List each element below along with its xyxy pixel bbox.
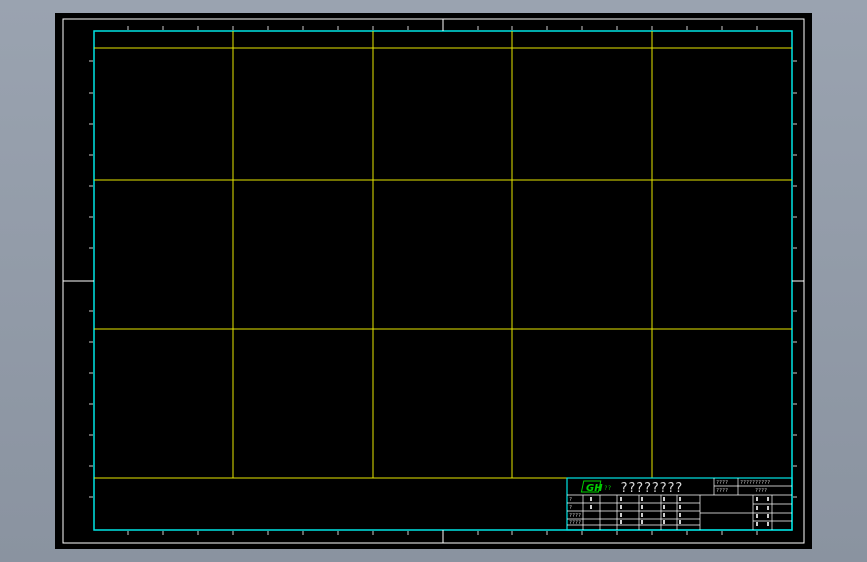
- tb-label-4: ????: [755, 488, 767, 494]
- cell-mark: [679, 505, 681, 509]
- cell-mark: [663, 520, 665, 524]
- cell-mark: [767, 506, 769, 510]
- cell-mark: [641, 505, 643, 509]
- cell-mark: [641, 497, 643, 501]
- drawing-layer: GH ?? ???????? ???? ?????????? ???? ????…: [62, 18, 805, 544]
- drawing-frame: [93, 30, 793, 531]
- cell-mark: [663, 497, 665, 501]
- cell-mark: [620, 505, 622, 509]
- cell-mark: [767, 522, 769, 526]
- company-code: ??: [604, 485, 612, 492]
- tb-row-4: ????: [569, 520, 581, 526]
- title-block[interactable]: GH ?? ???????? ???? ?????????? ???? ????…: [566, 477, 793, 531]
- cell-mark: [590, 497, 592, 501]
- cell-mark: [756, 497, 758, 501]
- tb-label-1: ????: [716, 480, 728, 486]
- cell-mark: [756, 514, 758, 518]
- cell-mark: [756, 506, 758, 510]
- tb-label-2: ??????????: [740, 480, 770, 486]
- zone-ticks: [89, 26, 797, 535]
- logo-text: GH: [586, 483, 603, 494]
- tb-row-1: ?: [569, 497, 572, 503]
- company-logo: GH: [580, 480, 603, 494]
- cell-mark: [641, 520, 643, 524]
- cell-mark: [663, 505, 665, 509]
- tb-row-2: ?: [569, 505, 572, 511]
- cell-mark: [679, 497, 681, 501]
- tb-row-3: ????: [569, 513, 581, 519]
- cad-viewport[interactable]: GH ?? ???????? ???? ?????????? ???? ????…: [0, 0, 867, 562]
- cell-mark: [620, 520, 622, 524]
- cell-mark: [641, 513, 643, 517]
- cell-mark: [767, 514, 769, 518]
- cell-mark: [679, 520, 681, 524]
- drawing-title: ????????: [620, 481, 683, 496]
- cell-mark: [590, 505, 592, 509]
- cell-mark: [663, 513, 665, 517]
- cell-mark: [767, 497, 769, 501]
- cell-mark: [679, 513, 681, 517]
- cell-mark: [756, 522, 758, 526]
- yellow-grid: [94, 31, 792, 479]
- outer-border: [62, 18, 805, 544]
- tb-label-3: ????: [716, 488, 728, 494]
- cell-mark: [620, 513, 622, 517]
- cell-mark: [620, 497, 622, 501]
